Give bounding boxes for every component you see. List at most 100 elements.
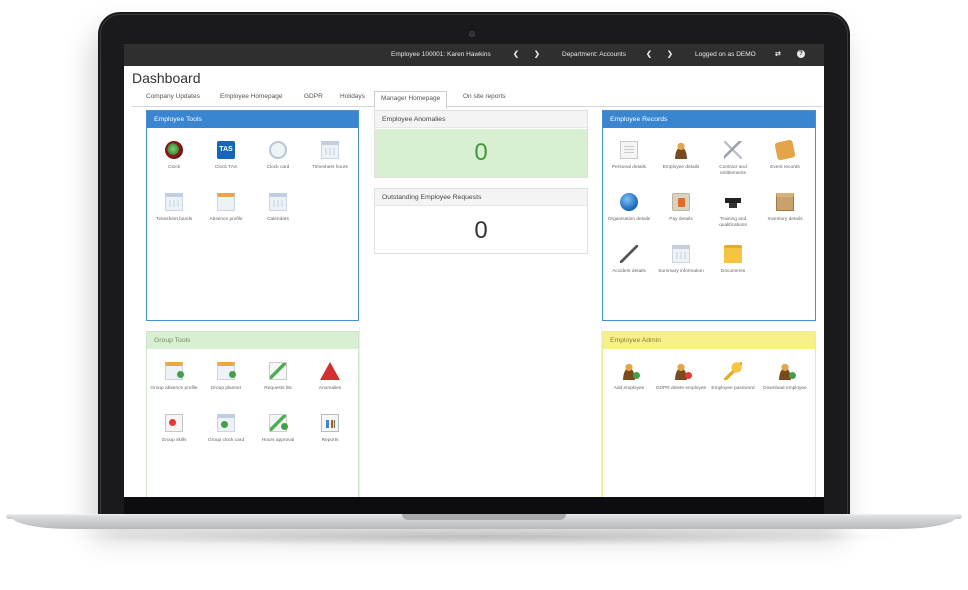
group-clock-card-label: Group clock card [207,438,245,443]
requests-count: 0 [474,217,488,244]
clock-tile[interactable]: Clock [147,141,201,171]
download-employee-tile[interactable]: Download employee [758,362,812,392]
timesheet-icon [321,141,339,159]
employee-password-label: Employee password [711,386,755,391]
group-planner-label: Group planner [210,386,242,391]
group-clock-card-tile[interactable]: Group clock card [199,414,253,444]
employee-details-icon [672,141,690,159]
employee-records-panel: Employee Records Personal details Employ… [602,110,816,321]
reports-label: Reports [321,438,339,443]
tab-manager-homepage[interactable]: Manager Homepage [374,91,448,109]
summary-information-tile[interactable]: Summary information [654,245,708,275]
personal-details-tile[interactable]: Personal details [602,141,656,171]
group-absence-label: Group absence profile [150,386,198,391]
next-employee-icon[interactable]: ❯ [534,50,540,58]
pay-details-icon [672,193,690,211]
timesheet-bands-icon [165,193,183,211]
contract-icon [724,141,742,159]
timesheet-hours-tile[interactable]: Timesheet hours [303,141,357,171]
event-records-tile[interactable]: Event records [758,139,812,171]
add-employee-label: Add employee [613,386,645,391]
clock-label: Clock [168,165,180,170]
logged-on-user: Logged on as DEMO [695,51,756,58]
laptop-shadow [60,528,910,546]
anomalies-count: 0 [474,139,488,166]
anomalies-count-box[interactable]: 0 [375,129,587,177]
group-tools-panel: Group Tools Group absence profile Group … [146,331,359,497]
employee-records-title: Employee Records [603,111,815,128]
organisation-tile[interactable]: Organisation details [602,193,656,223]
column-divider-left [359,327,360,497]
pay-details-tile[interactable]: Pay details [654,193,708,223]
outstanding-requests-title: Outstanding Employee Requests [375,189,587,206]
requests-count-box[interactable]: 0 [375,207,587,253]
organisation-icon [620,193,638,211]
contract-tile[interactable]: Contract and entitlements [706,141,760,177]
download-employee-icon [776,362,796,380]
accident-label: Accident details [612,269,646,274]
inventory-tile[interactable]: Inventory details [758,193,812,223]
tab-holidays[interactable]: Holidays [340,93,365,100]
next-department-icon[interactable]: ❯ [667,50,673,58]
inventory-label: Inventory details [767,217,803,222]
help-icon[interactable]: ? [797,50,805,58]
accident-details-tile[interactable]: Accident details [602,245,656,275]
absence-profile-tile[interactable]: Absence profile [199,193,253,223]
anomalies-tile[interactable]: Anomalies [303,362,357,392]
anomalies-label: Anomalies [318,386,342,391]
current-department: Department: Accounts [562,51,626,58]
requests-list-tile[interactable]: Requests list [251,362,305,392]
group-planner-tile[interactable]: Group planner [199,362,253,392]
group-skills-tile[interactable]: Group skills [147,414,201,444]
tas-icon: TAS [217,141,235,159]
timesheet-hours-label: Timesheet hours [312,165,348,170]
group-planner-icon [217,362,236,380]
documents-label: Documents [720,269,746,274]
tab-on-site-reports[interactable]: On site reports [463,93,506,100]
clock-icon [165,141,183,159]
documents-tile[interactable]: Documents [706,245,760,275]
personal-details-label: Personal details [611,165,647,170]
training-tile[interactable]: Training and qualifications [706,193,760,229]
employee-details-label: Employee details [662,165,700,170]
clock-card-tile[interactable]: Clock card [251,141,305,171]
inventory-icon [776,193,794,211]
clock-tas-tile[interactable]: TAS Clock TAS [199,141,253,171]
employee-details-tile[interactable]: Employee details [654,141,708,171]
app-screen: Employee 100001: Karen Hawkins ❮ ❯ Depar… [124,44,824,497]
tab-company-updates[interactable]: Company Updates [146,93,200,100]
download-employee-label: Download employee [763,386,807,391]
summary-label: Summary information [658,269,704,274]
employee-admin-panel: Employee Admin Add employee GDPR delete … [602,331,816,497]
training-label: Training and qualifications [719,217,747,228]
employee-password-tile[interactable]: Employee password [706,362,760,392]
tab-employee-homepage[interactable]: Employee Homepage [220,93,283,100]
clock-card-label: Clock card [266,165,290,170]
calendars-tile[interactable]: Calendars [251,193,305,223]
prev-employee-icon[interactable]: ❮ [513,50,519,58]
timesheet-bands-tile[interactable]: Timesheet bands [147,193,201,223]
hours-approval-tile[interactable]: Hours approval [251,414,305,444]
delete-employee-icon [672,362,692,380]
key-icon [724,362,742,380]
add-employee-tile[interactable]: Add employee [602,362,656,392]
gdpr-delete-label: GDPR delete employee [655,386,707,391]
reports-tile[interactable]: Reports [303,414,357,444]
group-skills-label: Group skills [161,438,187,443]
clock-card-icon [269,141,287,159]
event-records-label: Event records [770,165,800,170]
top-bar: Employee 100001: Karen Hawkins ❮ ❯ Depar… [124,44,824,66]
gdpr-delete-tile[interactable]: GDPR delete employee [654,362,708,392]
tab-gdpr[interactable]: GDPR [304,93,323,100]
group-absence-tile[interactable]: Group absence profile [147,362,201,392]
pay-details-label: Pay details [669,217,693,222]
training-icon [724,193,742,211]
switch-user-icon[interactable]: ⇄ [775,50,781,58]
absence-profile-icon [217,193,235,211]
webcam-icon [469,31,475,37]
prev-department-icon[interactable]: ❮ [646,50,652,58]
laptop-mockup: Employee 100001: Karen Hawkins ❮ ❯ Depar… [0,0,968,590]
summary-icon [672,245,690,263]
clock-tas-label: Clock TAS [214,165,238,170]
group-tools-title: Group Tools [147,332,358,349]
